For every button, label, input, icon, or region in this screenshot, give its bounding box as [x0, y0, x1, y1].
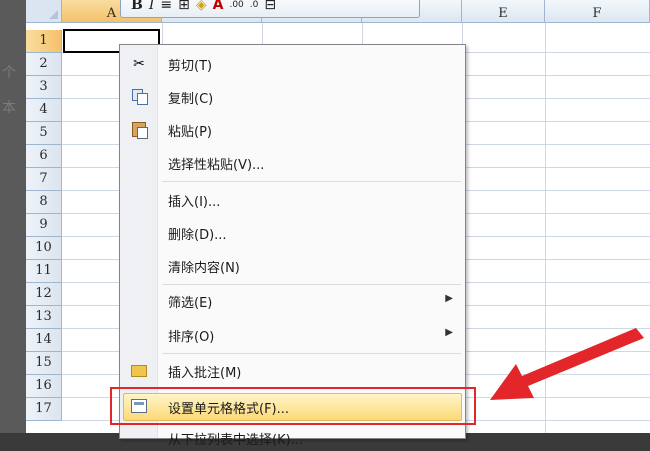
menu-item-pick-from-list[interactable]: 从下拉列表中选择(K)... — [120, 425, 465, 451]
menu-item-label: 插入批注(M) — [168, 366, 242, 381]
row-header[interactable]: 10 — [26, 237, 62, 260]
row-header[interactable]: 5 — [26, 122, 62, 145]
column-header-e[interactable]: E — [462, 0, 545, 23]
scissors-icon: ✂ — [133, 56, 145, 72]
bold-button[interactable]: B — [131, 0, 143, 12]
row-header[interactable]: 17 — [26, 398, 62, 421]
menu-item-label: 清除内容(N) — [168, 261, 240, 276]
row-header[interactable]: 11 — [26, 260, 62, 283]
left-background-strip: 个 本 — [0, 0, 26, 433]
menu-item-label: 粘贴(P) — [168, 125, 212, 140]
row-header[interactable]: 16 — [26, 375, 62, 398]
mini-toolbar: B I ≡ ⊞ ◈ A .00 .0 ⊟ — [120, 0, 420, 18]
submenu-arrow-icon: ▶ — [445, 293, 453, 304]
strip-char: 本 — [2, 100, 16, 116]
row-header[interactable]: 6 — [26, 145, 62, 168]
row-header[interactable]: 14 — [26, 329, 62, 352]
font-color-button[interactable]: A — [213, 0, 224, 12]
row-header[interactable]: 8 — [26, 191, 62, 214]
column-header-f[interactable]: F — [545, 0, 650, 23]
context-menu: ✂ 剪切(T) 复制(C) 粘贴(P) 选择性粘贴(V)... 插入(I)...… — [119, 44, 466, 448]
menu-item-delete[interactable]: 删除(D)... — [120, 220, 465, 246]
menu-item-label: 筛选(E) — [168, 296, 213, 311]
annotation-highlight-box — [110, 387, 476, 425]
select-all-corner[interactable] — [26, 0, 62, 23]
menu-item-insert-comment[interactable]: 插入批注(M) — [120, 358, 465, 384]
menu-item-insert[interactable]: 插入(I)... — [120, 187, 465, 213]
menu-item-filter[interactable]: 筛选(E) ▶ — [120, 288, 465, 314]
submenu-arrow-icon: ▶ — [445, 327, 453, 338]
menu-item-label: 删除(D)... — [168, 228, 227, 243]
menu-item-label: 复制(C) — [168, 92, 214, 107]
menu-item-label: 选择性粘贴(V)... — [168, 158, 265, 173]
row-header[interactable]: 13 — [26, 306, 62, 329]
row-header[interactable]: 1 — [26, 30, 62, 53]
menu-separator — [162, 353, 461, 354]
fill-color-icon[interactable]: ◈ — [196, 0, 207, 12]
italic-button[interactable]: I — [149, 0, 155, 12]
menu-item-label: 从下拉列表中选择(K)... — [168, 433, 304, 448]
increase-decimal-icon[interactable]: .00 — [229, 1, 243, 10]
row-header[interactable]: 4 — [26, 99, 62, 122]
row-header[interactable]: 15 — [26, 352, 62, 375]
row-header[interactable]: 3 — [26, 76, 62, 99]
annotation-arrow-icon — [490, 328, 644, 400]
menu-item-cut[interactable]: ✂ 剪切(T) — [120, 51, 465, 77]
strip-char: 个 — [2, 65, 16, 81]
border-icon[interactable]: ⊞ — [178, 0, 190, 12]
row-header[interactable]: 9 — [26, 214, 62, 237]
align-icon[interactable]: ≡ — [160, 0, 172, 12]
menu-separator — [162, 284, 461, 285]
paste-icon — [130, 122, 148, 139]
decrease-decimal-icon[interactable]: .0 — [250, 1, 259, 10]
merge-icon[interactable]: ⊟ — [264, 0, 276, 12]
menu-item-clear-contents[interactable]: 清除内容(N) — [120, 253, 465, 279]
menu-item-sort[interactable]: 排序(O) ▶ — [120, 322, 465, 348]
menu-item-label: 插入(I)... — [168, 195, 221, 210]
row-header[interactable]: 12 — [26, 283, 62, 306]
menu-item-paste-special[interactable]: 选择性粘贴(V)... — [120, 150, 465, 176]
menu-item-copy[interactable]: 复制(C) — [120, 84, 465, 110]
row-header[interactable]: 2 — [26, 53, 62, 76]
menu-item-paste[interactable]: 粘贴(P) — [120, 117, 465, 143]
menu-separator — [162, 181, 461, 182]
menu-item-label: 剪切(T) — [168, 59, 213, 74]
comment-icon — [130, 363, 148, 379]
row-header[interactable]: 7 — [26, 168, 62, 191]
menu-item-label: 排序(O) — [168, 330, 215, 345]
copy-icon — [130, 89, 148, 105]
